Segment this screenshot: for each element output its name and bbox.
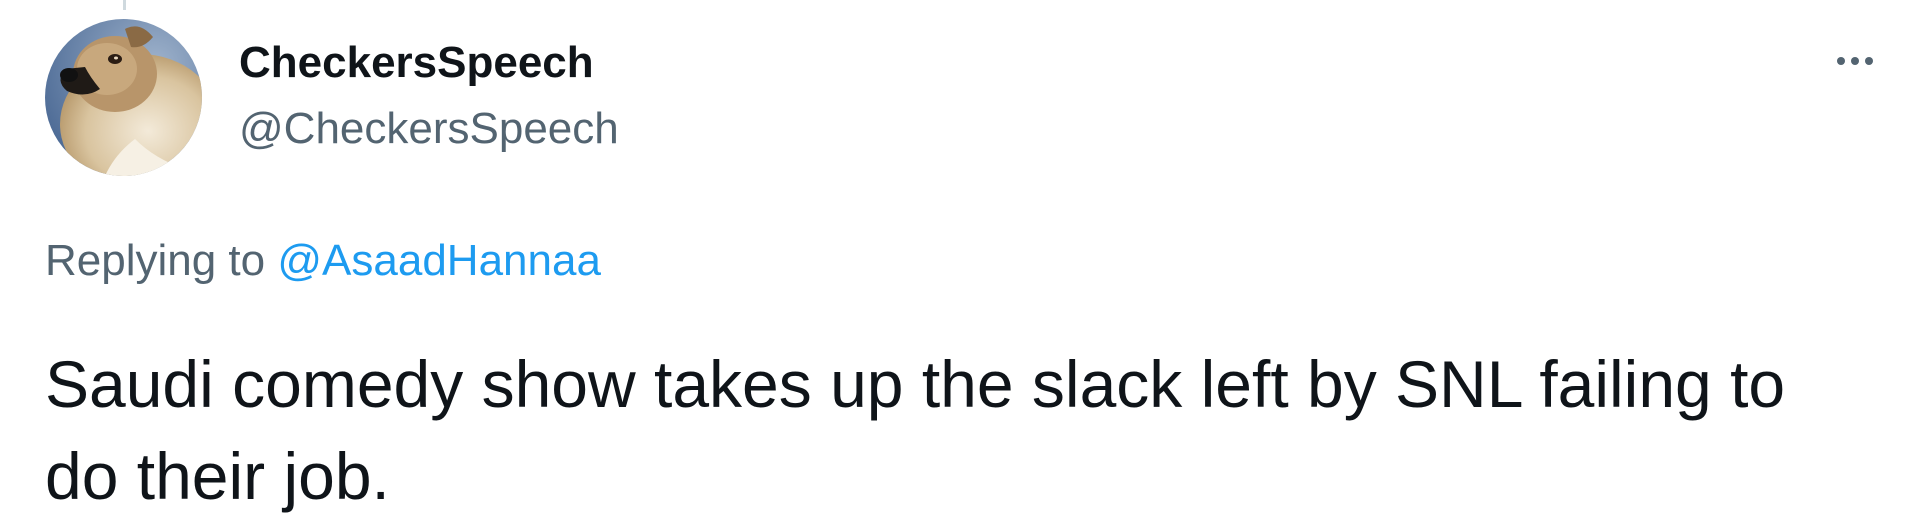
avatar[interactable] xyxy=(45,19,202,176)
reply-mention-link[interactable]: @AsaadHannaa xyxy=(277,236,601,285)
replying-to-label: Replying to xyxy=(45,236,266,285)
more-horizontal-icon xyxy=(1837,57,1845,65)
thread-connector-line xyxy=(123,0,126,10)
author-handle[interactable]: @CheckersSpeech xyxy=(239,104,619,154)
more-options-button[interactable] xyxy=(1820,36,1890,86)
more-horizontal-icon-dot xyxy=(1865,57,1873,65)
tweet-text: Saudi comedy show takes up the slack lef… xyxy=(45,347,1786,513)
dog-avatar-icon xyxy=(45,19,202,176)
replying-to-line: Replying to @AsaadHannaa xyxy=(45,236,601,286)
more-horizontal-icon-dot xyxy=(1851,57,1859,65)
author-display-name[interactable]: CheckersSpeech xyxy=(239,38,594,88)
